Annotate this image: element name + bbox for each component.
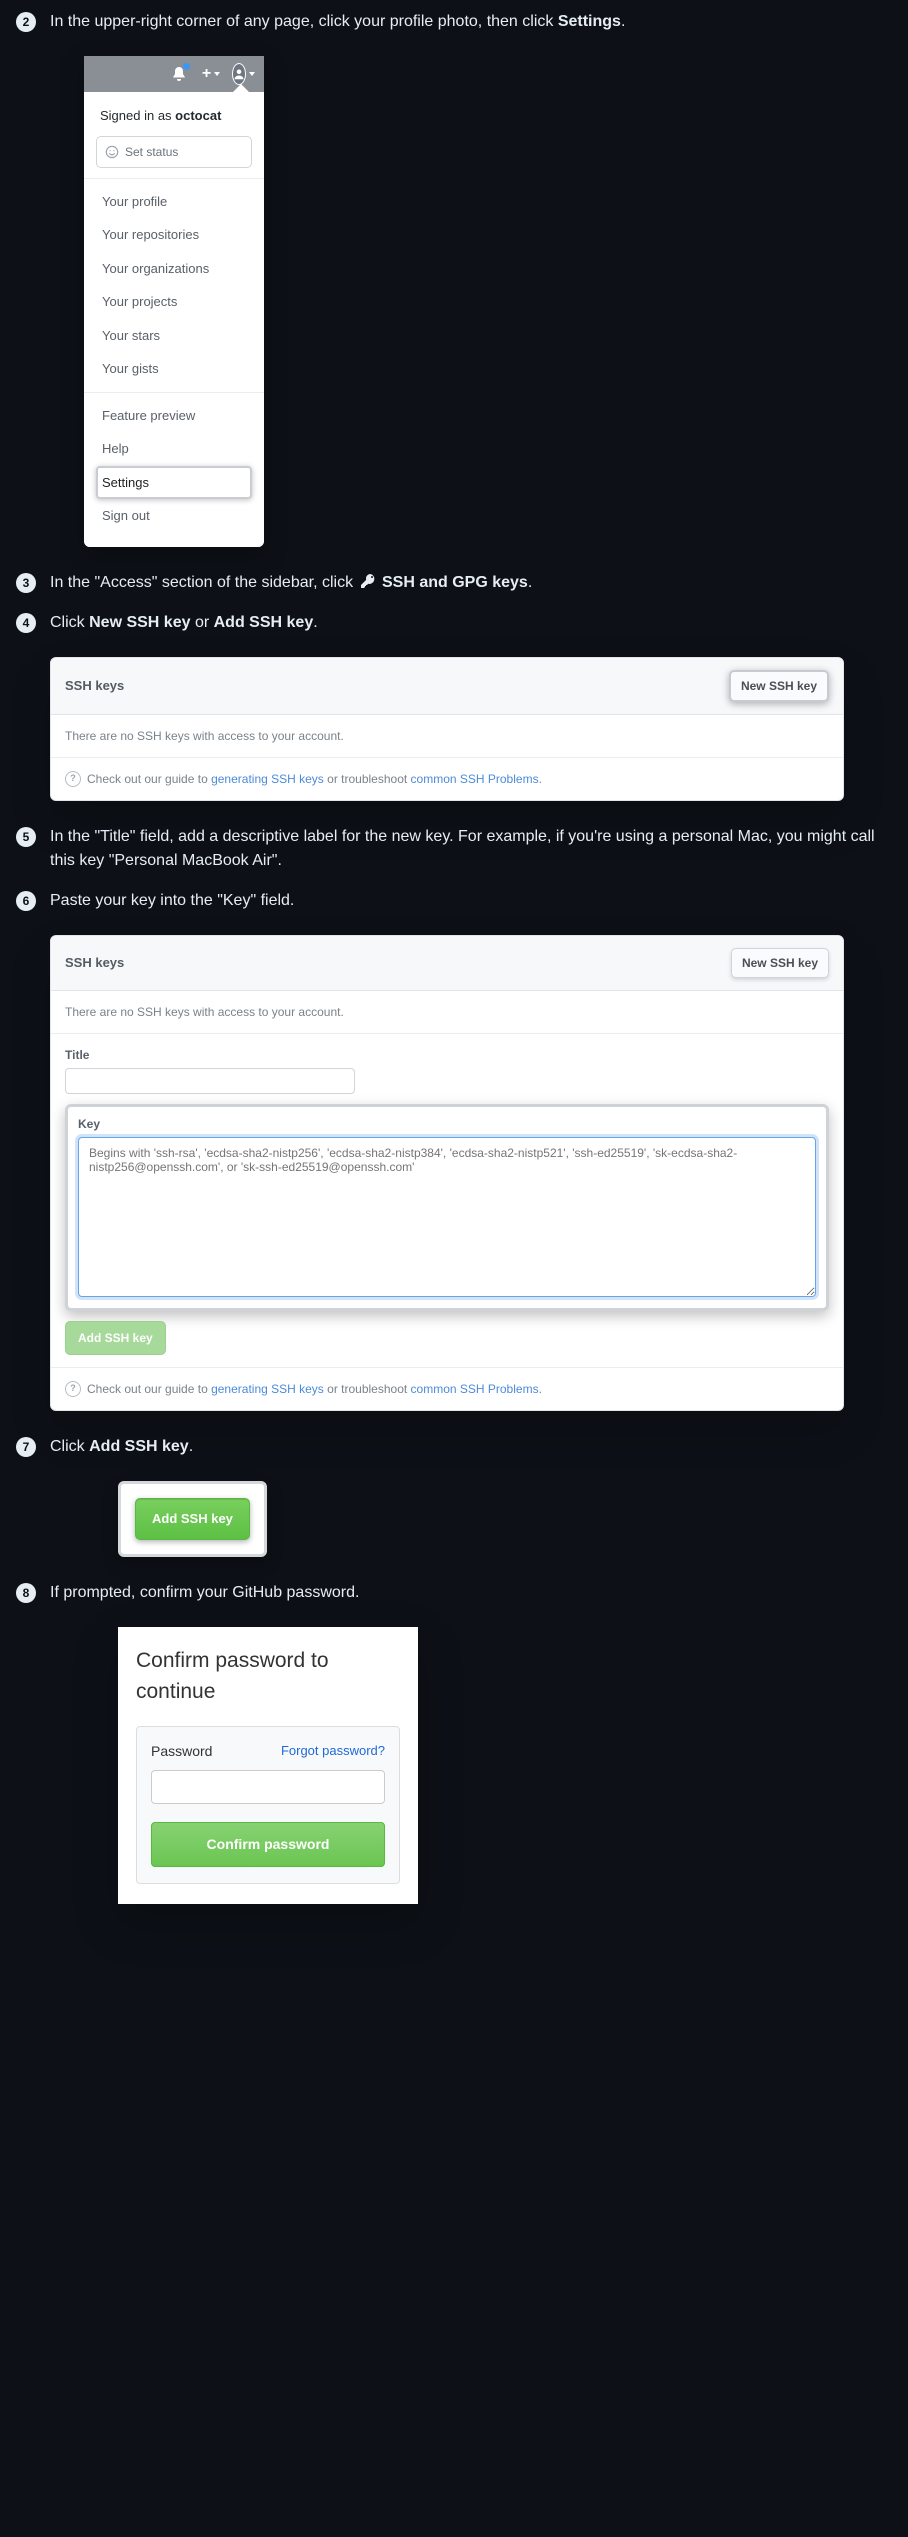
step-number: 3 (16, 573, 36, 593)
step-number: 4 (16, 613, 36, 633)
panel-empty-message: There are no SSH keys with access to you… (51, 715, 843, 758)
key-textarea[interactable] (78, 1137, 816, 1297)
key-label: Key (78, 1115, 816, 1133)
step-text: Click New SSH key or Add SSH key. (50, 614, 318, 631)
step-text: Click Add SSH key. (50, 1438, 193, 1455)
title-label: Title (65, 1046, 829, 1064)
notification-dot-icon (183, 63, 190, 70)
step-7: 7 Click Add SSH key. Add SSH key (16, 1435, 892, 1557)
step-8: 8 If prompted, confirm your GitHub passw… (16, 1581, 892, 1904)
link-common-ssh-problems[interactable]: common SSH Problems (411, 772, 539, 786)
menu-your-gists[interactable]: Your gists (96, 352, 252, 386)
question-icon: ? (65, 771, 81, 787)
new-ssh-key-button[interactable]: New SSH key (731, 948, 829, 978)
link-generating-ssh-keys[interactable]: generating SSH keys (211, 1382, 324, 1396)
add-ssh-key-button[interactable]: Add SSH key (65, 1321, 166, 1355)
step-number: 7 (16, 1437, 36, 1457)
step-text: If prompted, confirm your GitHub passwor… (50, 1584, 359, 1601)
step-2: 2 In the upper-right corner of any page,… (16, 10, 892, 547)
profile-avatar-icon[interactable] (234, 65, 252, 83)
set-status-button[interactable]: Set status (96, 136, 252, 168)
figure-confirm-password: Confirm password to continue Password Fo… (84, 1627, 892, 1904)
figure-ssh-add-form: SSH keys New SSH key There are no SSH ke… (50, 935, 844, 1412)
step-text: In the "Access" section of the sidebar, … (50, 574, 532, 591)
figure-profile-menu: + Signed in as octocat (84, 56, 892, 547)
link-generating-ssh-keys[interactable]: generating SSH keys (211, 772, 324, 786)
step-text: In the upper-right corner of any page, c… (50, 13, 625, 30)
text: . (621, 13, 625, 30)
question-icon: ? (65, 1381, 81, 1397)
step-number: 2 (16, 12, 36, 32)
text-strong: Settings (558, 13, 621, 30)
figure-add-ssh-key-button: Add SSH key (84, 1481, 892, 1557)
text-strong: Add SSH key (214, 614, 314, 631)
password-label: Password (151, 1741, 212, 1762)
menu-your-organizations[interactable]: Your organizations (96, 252, 252, 286)
key-icon (360, 573, 376, 589)
step-number: 6 (16, 891, 36, 911)
step-text: Paste your key into the "Key" field. (50, 892, 294, 909)
text-strong: SSH and GPG keys (382, 574, 528, 591)
menu-your-profile[interactable]: Your profile (96, 185, 252, 219)
signed-in-as: Signed in as octocat (96, 102, 252, 136)
confirm-heading: Confirm password to continue (136, 1645, 400, 1708)
step-6: 6 Paste your key into the "Key" field. S… (16, 889, 892, 1412)
new-ssh-key-button[interactable]: New SSH key (729, 670, 829, 702)
figure-ssh-panel-empty: SSH keys New SSH key There are no SSH ke… (50, 657, 844, 801)
menu-help[interactable]: Help (96, 432, 252, 466)
menu-your-projects[interactable]: Your projects (96, 285, 252, 319)
smiley-icon (105, 145, 119, 159)
step-5: 5 In the "Title" field, add a descriptiv… (16, 825, 892, 873)
password-input[interactable] (151, 1770, 385, 1804)
menu-your-stars[interactable]: Your stars (96, 319, 252, 353)
menu-sign-out[interactable]: Sign out (96, 499, 252, 533)
bell-icon[interactable] (170, 65, 188, 83)
set-status-label: Set status (125, 143, 178, 161)
menu-your-repositories[interactable]: Your repositories (96, 218, 252, 252)
step-3: 3 In the "Access" section of the sidebar… (16, 571, 892, 595)
panel-footer: ? Check out our guide to generating SSH … (51, 1368, 843, 1410)
link-common-ssh-problems[interactable]: common SSH Problems (411, 1382, 539, 1396)
panel-footer: ? Check out our guide to generating SSH … (51, 758, 843, 800)
step-4: 4 Click New SSH key or Add SSH key. SSH … (16, 611, 892, 801)
chevron-down-icon (249, 72, 255, 76)
add-ssh-key-button[interactable]: Add SSH key (135, 1498, 250, 1540)
title-input[interactable] (65, 1068, 355, 1094)
chevron-down-icon (214, 72, 220, 76)
step-number: 5 (16, 827, 36, 847)
menu-feature-preview[interactable]: Feature preview (96, 399, 252, 433)
plus-icon[interactable]: + (202, 65, 220, 83)
forgot-password-link[interactable]: Forgot password? (281, 1741, 385, 1761)
panel-empty-message: There are no SSH keys with access to you… (51, 991, 843, 1034)
confirm-password-button[interactable]: Confirm password (151, 1822, 385, 1867)
panel-title: SSH keys (65, 953, 124, 973)
step-number: 8 (16, 1583, 36, 1603)
text: In the upper-right corner of any page, c… (50, 13, 558, 30)
step-text: In the "Title" field, add a descriptive … (50, 828, 875, 869)
panel-title: SSH keys (65, 676, 124, 696)
text-strong: Add SSH key (89, 1438, 189, 1455)
menu-settings[interactable]: Settings (96, 466, 252, 500)
text-strong: New SSH key (89, 614, 190, 631)
